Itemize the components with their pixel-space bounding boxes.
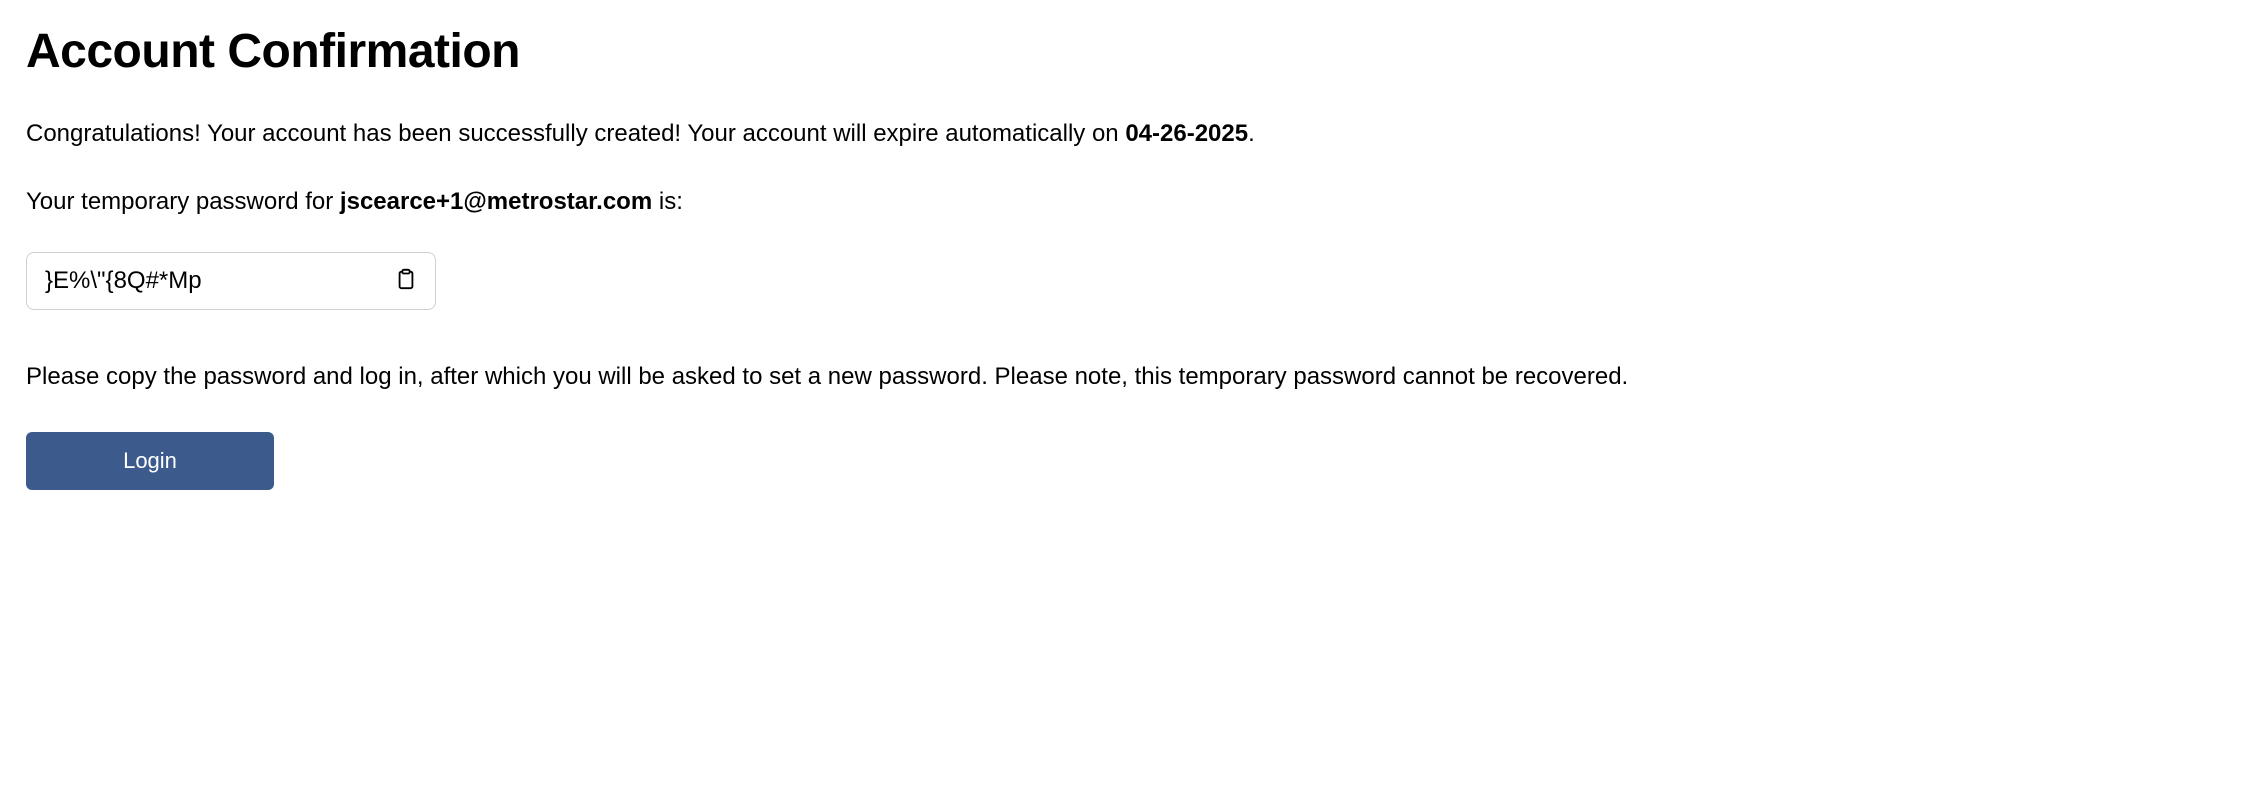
account-email: jscearce+1@metrostar.com — [340, 188, 652, 215]
congrats-prefix: Congratulations! Your account has been s… — [26, 120, 1125, 147]
congrats-suffix: . — [1248, 120, 1255, 147]
expiry-date: 04-26-2025 — [1125, 120, 1248, 147]
temp-password-suffix: is: — [652, 188, 683, 215]
login-button[interactable]: Login — [26, 432, 274, 490]
temp-password-prefix: Your temporary password for — [26, 188, 340, 215]
temp-password-value: }E%\"{8Q#*Mp — [45, 267, 395, 295]
password-box: }E%\"{8Q#*Mp — [26, 252, 436, 310]
clipboard-icon[interactable] — [395, 268, 417, 294]
instructions-text: Please copy the password and log in, aft… — [26, 360, 2226, 394]
temp-password-intro: Your temporary password for jscearce+1@m… — [26, 185, 2226, 219]
congrats-text: Congratulations! Your account has been s… — [26, 117, 2226, 151]
page-title: Account Confirmation — [26, 24, 2226, 79]
